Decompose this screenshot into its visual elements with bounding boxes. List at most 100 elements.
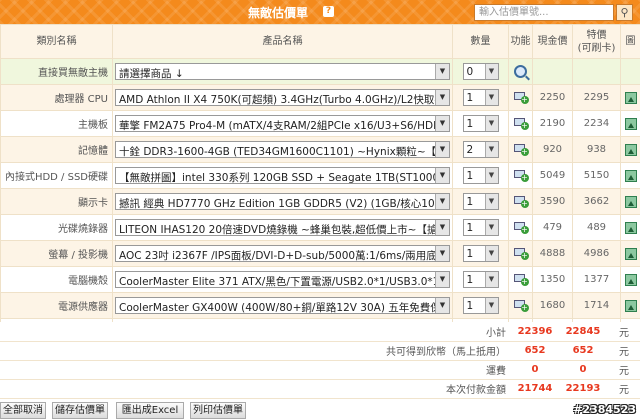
add-to-compare-icon[interactable]: + <box>513 299 529 312</box>
summary-unit: 元 <box>608 341 640 361</box>
magnifier-icon[interactable] <box>514 65 527 78</box>
product-select[interactable]: 請選擇商品 ↓ ▼ <box>115 63 450 80</box>
qty-value: 1 <box>466 196 474 208</box>
qty-select[interactable]: 1 ▼ <box>462 219 499 236</box>
row-category: 光碟燒錄器 <box>0 214 113 241</box>
summary-special: 652 <box>558 341 608 361</box>
chevron-down-icon[interactable]: ▼ <box>484 246 498 261</box>
summary-label: 小計 <box>0 322 512 342</box>
row-category: 處理器 CPU <box>0 84 113 111</box>
table-row: 電源供應器 CoolerMaster GX400W (400W/80+銅/單路12… <box>0 292 640 319</box>
clear-all-button[interactable]: 全部取消 <box>0 402 46 419</box>
product-select[interactable]: CoolerMaster GX400W (400W/80+銅/單路12V 30A… <box>115 297 450 314</box>
qty-value: 2 <box>466 144 474 156</box>
product-select[interactable]: 【無敵拼圖】intel 330系列 120GB SSD + Seagate 1T… <box>115 167 450 184</box>
row-category: 電腦機殼 <box>0 266 113 293</box>
product-select[interactable]: 十銓 DDR3-1600-4GB (TED34GM1600C1101) ~Hyn… <box>115 141 450 158</box>
chevron-down-icon[interactable]: ▼ <box>484 64 498 79</box>
chevron-down-icon[interactable]: ▼ <box>435 298 449 313</box>
add-to-compare-icon[interactable]: + <box>513 143 529 156</box>
qty-select[interactable]: 1 ▼ <box>462 89 499 106</box>
chevron-down-icon[interactable]: ▼ <box>484 142 498 157</box>
product-image-icon[interactable] <box>624 143 637 156</box>
add-to-compare-icon[interactable]: + <box>513 195 529 208</box>
qty-select[interactable]: 1 ▼ <box>462 167 499 184</box>
product-select[interactable]: AMD Athlon II X4 750K(可超頻) 3.4GHz(Turbo … <box>115 89 450 106</box>
product-select[interactable]: CoolerMaster Elite 371 ATX/黑色/下置電源/USB2.… <box>115 271 450 288</box>
special-price: 2295 <box>572 84 621 111</box>
chevron-down-icon[interactable]: ▼ <box>435 64 449 79</box>
qty-select[interactable]: 0▼ <box>462 63 499 80</box>
cash-price: 4888 <box>532 240 573 267</box>
print-quote-button[interactable]: 列印估價單 <box>190 402 246 419</box>
chevron-down-icon[interactable]: ▼ <box>435 116 449 131</box>
chevron-down-icon[interactable]: ▼ <box>435 246 449 261</box>
product-select[interactable]: LITEON IHAS120 20倍速DVD燒錄機 ~蜂巢包裝,超低價上市~【搶… <box>115 219 450 236</box>
table-header: 類別名稱 產品名稱 數量 功能 現金價 特價 (可刷卡) 圖 <box>0 24 640 59</box>
chevron-down-icon[interactable]: ▼ <box>484 220 498 235</box>
product-image-icon[interactable] <box>624 169 637 182</box>
chevron-down-icon[interactable]: ▼ <box>484 90 498 105</box>
product-image-icon[interactable] <box>624 195 637 208</box>
add-to-compare-icon[interactable]: + <box>513 247 529 260</box>
row-category: 顯示卡 <box>0 188 113 215</box>
summary-cash: 21744 <box>512 379 558 399</box>
qty-value: 1 <box>466 274 474 286</box>
chevron-down-icon[interactable]: ▼ <box>435 168 449 183</box>
chevron-down-icon[interactable]: ▼ <box>435 194 449 209</box>
add-to-compare-icon[interactable]: + <box>513 221 529 234</box>
summary-cash: 0 <box>512 360 558 380</box>
search-icon[interactable]: ⚲ <box>616 4 633 21</box>
chevron-down-icon[interactable]: ▼ <box>435 90 449 105</box>
qty-select[interactable]: 1 ▼ <box>462 193 499 210</box>
chevron-down-icon[interactable]: ▼ <box>435 272 449 287</box>
table-row: 螢幕 / 投影機 AOC 23吋 i2367F /IPS面板/DVI-D+D-su… <box>0 240 640 267</box>
qty-select[interactable]: 1 ▼ <box>462 271 499 288</box>
qty-value: 1 <box>466 248 474 260</box>
product-image-icon[interactable] <box>624 299 637 312</box>
add-to-compare-icon[interactable]: + <box>513 273 529 286</box>
summary-cash: 652 <box>512 341 558 361</box>
add-to-compare-icon[interactable]: + <box>513 91 529 104</box>
product-image-icon[interactable] <box>624 117 637 130</box>
chevron-down-icon[interactable]: ▼ <box>435 220 449 235</box>
special-price: 4986 <box>572 240 621 267</box>
product-image-icon[interactable] <box>624 91 637 104</box>
chevron-down-icon[interactable]: ▼ <box>484 168 498 183</box>
chevron-down-icon[interactable]: ▼ <box>484 272 498 287</box>
chevron-down-icon[interactable]: ▼ <box>484 194 498 209</box>
summary-label: 本次付款金額 <box>0 379 512 399</box>
product-image-icon[interactable] <box>624 273 637 286</box>
export-excel-button[interactable]: 匯出成Excel <box>116 402 184 419</box>
qty-value: 1 <box>466 222 474 234</box>
qty-select[interactable]: 1 ▼ <box>462 245 499 262</box>
qty-select[interactable]: 1 ▼ <box>462 115 499 132</box>
product-image-icon[interactable] <box>624 221 637 234</box>
product-select[interactable]: 撼訊 經典 HD7770 GHz Edition 1GB GDDR5 (V2) … <box>115 193 450 210</box>
product-select-value: 華擎 FM2A75 Pro4-M (mATX/4支RAM/2組PCIe x16/… <box>119 120 435 131</box>
chevron-down-icon[interactable]: ▼ <box>484 298 498 313</box>
summary-label: 運費 <box>0 360 512 380</box>
add-to-compare-icon[interactable]: + <box>513 169 529 182</box>
product-select-value: 【無敵拼圖】intel 330系列 120GB SSD + Seagate 1T… <box>119 172 435 183</box>
add-to-compare-icon[interactable]: + <box>513 117 529 130</box>
product-select-value: 十銓 DDR3-1600-4GB (TED34GM1600C1101) ~Hyn… <box>119 146 435 157</box>
row-category: 電源供應器 <box>0 292 113 319</box>
help-icon[interactable]: ? <box>323 6 334 17</box>
product-select[interactable]: AOC 23吋 i2367F /IPS面板/DVI-D+D-sub/5000萬:… <box>115 245 450 262</box>
product-image-icon[interactable] <box>624 247 637 260</box>
qty-value: 1 <box>466 118 474 130</box>
chevron-down-icon[interactable]: ▼ <box>484 116 498 131</box>
col-func: 功能 <box>508 24 533 59</box>
quote-number-search-input[interactable] <box>474 4 614 21</box>
special-price: 3662 <box>572 188 621 215</box>
chevron-down-icon[interactable]: ▼ <box>435 142 449 157</box>
qty-select[interactable]: 2 ▼ <box>462 141 499 158</box>
save-quote-button[interactable]: 儲存估價單 <box>52 402 108 419</box>
table-row: 光碟燒錄器 LITEON IHAS120 20倍速DVD燒錄機 ~蜂巢包裝,超低價… <box>0 214 640 241</box>
col-pic: 圖 <box>620 24 640 59</box>
summary-unit: 元 <box>608 322 640 342</box>
qty-select[interactable]: 1 ▼ <box>462 297 499 314</box>
row-category: 內接式HDD / SSD硬碟 <box>0 162 113 189</box>
product-select[interactable]: 華擎 FM2A75 Pro4-M (mATX/4支RAM/2組PCIe x16/… <box>115 115 450 132</box>
